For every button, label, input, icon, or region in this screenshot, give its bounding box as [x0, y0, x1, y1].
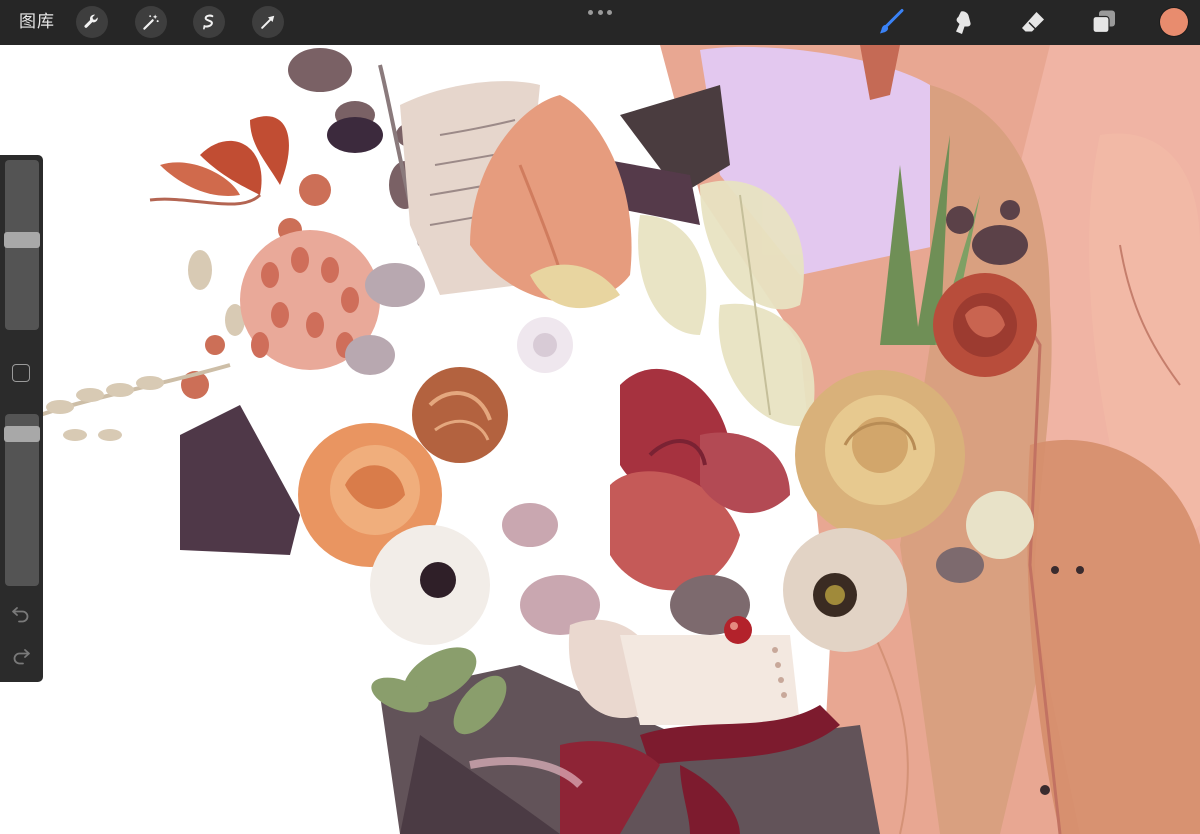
adjustments-button[interactable] [135, 6, 167, 38]
eraser-tool-button[interactable] [1018, 7, 1048, 37]
smudge-tool-button[interactable] [947, 7, 977, 37]
selection-button[interactable] [193, 6, 225, 38]
redo-icon[interactable] [10, 644, 32, 666]
brush-size-slider[interactable] [4, 160, 40, 330]
eraser-icon [1022, 12, 1044, 32]
left-sidebar [0, 155, 43, 682]
gallery-button[interactable]: 图库 [19, 11, 55, 33]
undo-icon[interactable] [10, 602, 32, 624]
transform-button[interactable] [252, 6, 284, 38]
wrench-icon [84, 14, 98, 28]
selection-icon [203, 14, 214, 30]
transform-arrow-icon [261, 15, 275, 29]
more-options-button[interactable] [588, 4, 612, 20]
drawing-canvas[interactable] [0, 45, 1200, 834]
brush-size-thumb[interactable] [4, 232, 40, 248]
brush-icon [880, 9, 904, 34]
smudge-icon [956, 11, 971, 34]
dot-icon [588, 9, 593, 15]
actions-button[interactable] [76, 6, 108, 38]
dot-icon [607, 9, 612, 15]
bouquet-artwork [0, 45, 1200, 834]
dot-icon [597, 9, 603, 15]
layers-button[interactable] [1089, 7, 1119, 37]
top-toolbar: 图库 [0, 0, 1200, 45]
magic-wand-icon [143, 14, 159, 30]
opacity-slider[interactable] [4, 414, 40, 586]
layers-icon [1092, 10, 1115, 34]
brush-tool-button[interactable] [876, 7, 906, 37]
opacity-thumb[interactable] [4, 426, 40, 442]
modify-button[interactable] [12, 364, 30, 382]
color-picker-button[interactable] [1160, 8, 1188, 36]
